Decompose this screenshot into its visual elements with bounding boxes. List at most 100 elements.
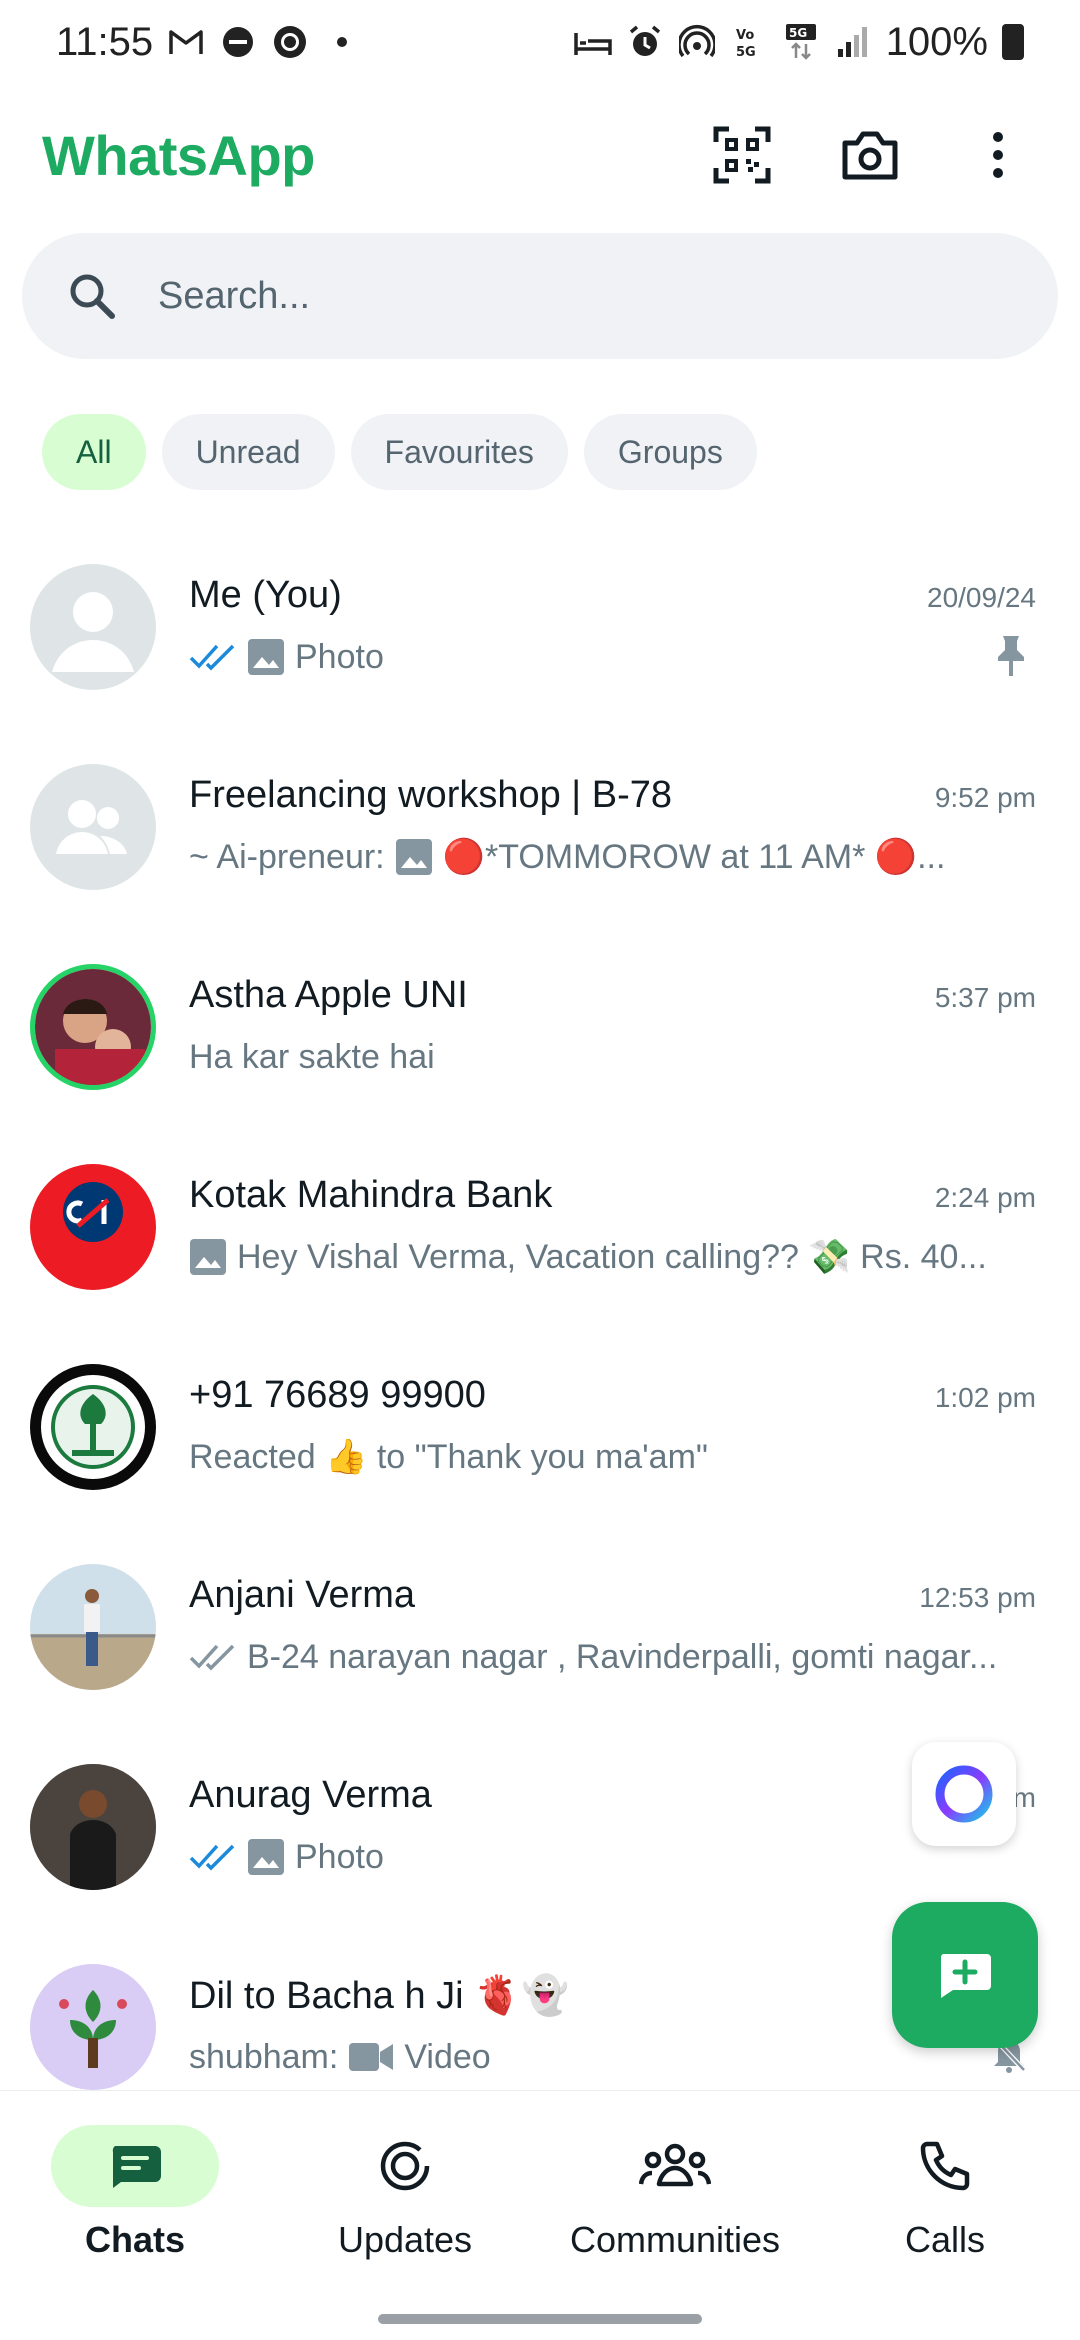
double-tick-icon [189, 1844, 235, 1871]
chat-time: 1:02 pm [934, 1382, 1036, 1413]
camera-button[interactable] [838, 123, 902, 187]
app-title: WhatsApp [42, 123, 315, 187]
chat-sender: ~ Ai-preneur: [189, 837, 385, 876]
chat-name: Kotak Mahindra Bank [189, 1174, 553, 1216]
chat-name: Astha Apple UNI [189, 974, 468, 1016]
photo-icon [395, 839, 432, 875]
chat-preview: Hey Vishal Verma, Vacation calling?? 💸 R… [189, 1232, 1019, 1282]
chat-preview-text: Video [404, 2037, 491, 2076]
chat-row[interactable]: Kotak Mahindra Bank 2:24 pm Hey Vishal V… [0, 1134, 1080, 1334]
home-indicator[interactable] [378, 2314, 702, 2324]
chat-row[interactable]: Anjani Verma 12:53 pm B-24 narayan nagar… [0, 1534, 1080, 1734]
chat-preview: shubham: Video [189, 2032, 1019, 2082]
filter-chips: All Unread Favourites Groups [42, 414, 757, 490]
avatar [30, 1764, 156, 1890]
status-time: 11:55 [56, 19, 154, 64]
more-options-button[interactable] [966, 123, 1030, 187]
chat-row[interactable]: Me (You) 20/09/24 Photo [0, 534, 1080, 734]
avatar [30, 764, 156, 890]
svg-text:5G: 5G [736, 45, 756, 59]
avatar [30, 964, 156, 1090]
qr-code-icon [713, 126, 771, 184]
alarm-icon [626, 23, 664, 61]
nav-chats[interactable]: Chats [0, 2125, 270, 2261]
filter-unread[interactable]: Unread [161, 414, 335, 490]
chat-preview: Photo [189, 1832, 1019, 1882]
communities-icon [639, 2143, 711, 2187]
camera-icon [842, 131, 898, 180]
chat-time: 9:52 pm [934, 782, 1036, 813]
nav-communities-label: Communities [569, 2219, 781, 2260]
video-icon [349, 2043, 394, 2071]
university-logo [30, 1364, 156, 1490]
record-icon [271, 23, 309, 61]
svg-text:5G: 5G [789, 26, 807, 40]
avatar [30, 1364, 156, 1490]
search-input[interactable]: Search... [158, 275, 310, 318]
avatar [30, 1564, 156, 1690]
chat-time: 12:53 pm [919, 1582, 1036, 1613]
filter-groups[interactable]: Groups [583, 414, 757, 490]
chat-list: Me (You) 20/09/24 Photo Freelancing work… [0, 534, 1080, 2090]
status-bar: 11:55 Vo 5G 5G 100% [0, 0, 1080, 84]
svg-text:Vo: Vo [736, 28, 754, 43]
network-5g-icon: 5G [782, 23, 820, 61]
nav-chats-label: Chats [84, 2219, 186, 2260]
chat-name: +91 76689 99900 [189, 1374, 486, 1416]
filter-all[interactable]: All [42, 414, 146, 490]
chat-preview-text: 🔴*TOMMOROW at 11 AM* 🔴... [442, 838, 946, 876]
chat-name: Dil to Bacha h Ji 🫀👻 [189, 1975, 569, 2017]
dnd-icon [219, 23, 257, 61]
gmail-icon [167, 23, 205, 61]
chat-preview: ~ Ai-preneur: 🔴*TOMMOROW at 11 AM* 🔴... [189, 832, 1019, 882]
chat-time: 2:24 pm [934, 1182, 1036, 1213]
kotak-logo [30, 1164, 156, 1290]
battery-percent: 100% [885, 19, 988, 64]
more-vert-icon [993, 132, 1003, 178]
nav-communities[interactable]: Communities [540, 2125, 810, 2261]
chat-preview-text: Hey Vishal Verma, Vacation calling?? 💸 R… [237, 1238, 987, 1276]
double-tick-icon [189, 1644, 235, 1671]
chat-row[interactable]: +91 76689 99900 1:02 pm Reacted 👍 to "Th… [0, 1334, 1080, 1534]
chat-row[interactable]: Astha Apple UNI 5:37 pm Ha kar sakte hai [0, 934, 1080, 1134]
chat-preview: Reacted 👍 to "Thank you ma'am" [189, 1432, 1019, 1482]
chat-preview-text: Reacted 👍 to "Thank you ma'am" [189, 1438, 708, 1476]
chat-row[interactable]: Freelancing workshop | B-78 9:52 pm ~ Ai… [0, 734, 1080, 934]
volte-icon: Vo 5G [730, 23, 768, 61]
sleep-icon [573, 23, 612, 61]
app-bar: WhatsApp [0, 100, 1080, 210]
search-bar[interactable]: Search... [22, 233, 1058, 359]
chat-preview-text: B-24 narayan nagar , Ravinderpalli, gomt… [247, 1637, 998, 1676]
chat-time: 20/09/24 [927, 582, 1036, 613]
photo-icon [190, 1239, 226, 1275]
search-icon [70, 274, 115, 319]
avatar [30, 1964, 156, 2090]
nav-updates[interactable]: Updates [270, 2125, 540, 2261]
qr-scanner-button[interactable] [710, 123, 774, 187]
chat-time: m [1012, 1782, 1036, 1813]
chat-preview: Photo [189, 632, 1019, 682]
chat-preview-text: Photo [295, 637, 384, 676]
nav-calls-label: Calls [904, 2219, 985, 2260]
chat-sender: shubham: [189, 2037, 339, 2076]
hotspot-icon [678, 23, 716, 61]
photo-icon [248, 639, 284, 675]
filter-favourites[interactable]: Favourites [350, 414, 568, 490]
chat-time: 5:37 pm [934, 982, 1036, 1013]
phone-icon [920, 2141, 970, 2191]
chat-preview-text: Ha kar sakte hai [189, 1037, 435, 1076]
avatar [30, 1164, 156, 1290]
new-chat-button[interactable] [892, 1902, 1038, 2048]
chat-preview-text: Photo [295, 1837, 384, 1876]
chats-icon [112, 2146, 161, 2188]
double-tick-icon [189, 644, 235, 671]
pin-icon [998, 636, 1024, 676]
signal-icon [834, 23, 872, 61]
photo-icon [248, 1839, 284, 1875]
updates-icon [380, 2141, 430, 2191]
chat-preview: B-24 narayan nagar , Ravinderpalli, gomt… [189, 1632, 1019, 1682]
meta-ai-button[interactable] [912, 1742, 1016, 1846]
nav-calls[interactable]: Calls [810, 2125, 1080, 2261]
bottom-navigation: Chats Updates Communities Calls [0, 2090, 1080, 2340]
dot-icon [323, 23, 361, 61]
